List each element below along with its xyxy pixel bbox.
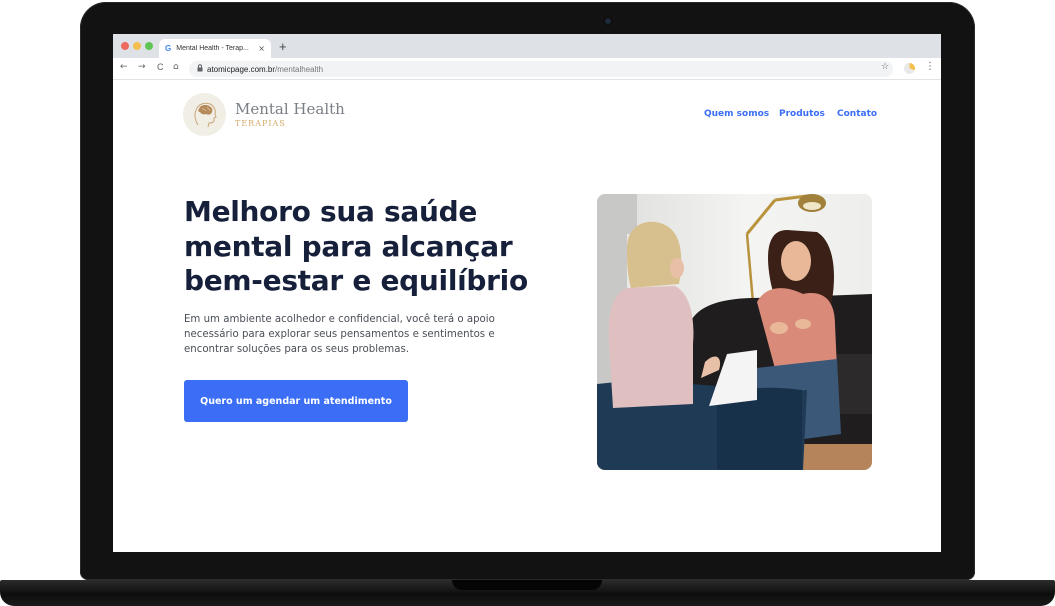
tab-bar: G Mental Health - Terap... × + [113, 34, 941, 58]
nav-quem-somos[interactable]: Quem somos [704, 109, 769, 119]
url-field[interactable]: atomicpage.com.br/mentalhealth [189, 61, 893, 77]
laptop-notch [452, 580, 602, 590]
back-arrow-icon[interactable]: ← [120, 62, 128, 72]
nav-produtos[interactable]: Produtos [779, 109, 825, 119]
hero-title-line: Melhoro sua saúde [184, 195, 478, 228]
logo-title: Mental Health [235, 100, 345, 118]
home-icon[interactable]: ⌂ [173, 62, 179, 72]
brain-head-icon [194, 102, 217, 128]
google-favicon-icon: G [165, 44, 172, 53]
logo[interactable] [183, 93, 226, 136]
hero-title-line: mental para alcançar [184, 229, 513, 263]
maximize-window-button[interactable] [145, 42, 153, 50]
lock-icon [197, 64, 203, 74]
close-window-button[interactable] [121, 42, 129, 50]
browser-window: G Mental Health - Terap... × + ← → C ⌂ a… [113, 34, 941, 552]
schedule-appointment-button[interactable]: Quero um agendar um atendimento [184, 380, 408, 422]
bookmark-star-icon[interactable]: ☆ [881, 62, 889, 72]
new-tab-button[interactable]: + [279, 39, 287, 54]
hero-description: Em um ambiente acolhedor e confidencial,… [184, 314, 495, 355]
logo-subtitle: TERAPIAS [235, 119, 286, 128]
extension-icon[interactable] [904, 63, 915, 74]
address-bar: ← → C ⌂ atomicpage.com.br/mentalhealth ☆… [113, 58, 941, 80]
browser-tab[interactable]: G Mental Health - Terap... × [159, 39, 271, 58]
url-path: /mentalhealth [275, 64, 324, 74]
hero-title-line: bem-estar e equilíbrio [184, 264, 528, 297]
tab-title: Mental Health - Terap... [176, 45, 249, 52]
forward-arrow-icon[interactable]: → [138, 62, 146, 72]
camera [605, 18, 611, 24]
minimize-window-button[interactable] [133, 42, 141, 50]
reload-icon[interactable]: C [157, 62, 164, 72]
browser-menu-icon[interactable]: ⋮ [925, 61, 935, 72]
url-host: atomicpage.com.br [207, 64, 276, 74]
hero-title: Melhoro sua saúde mental para alcançar b… [184, 195, 584, 299]
tab-close-icon[interactable]: × [258, 44, 265, 53]
nav-contato[interactable]: Contato [837, 109, 877, 119]
website: Mental Health TERAPIAS Quem somos Produt… [113, 80, 941, 552]
therapy-session-photo [597, 194, 872, 470]
